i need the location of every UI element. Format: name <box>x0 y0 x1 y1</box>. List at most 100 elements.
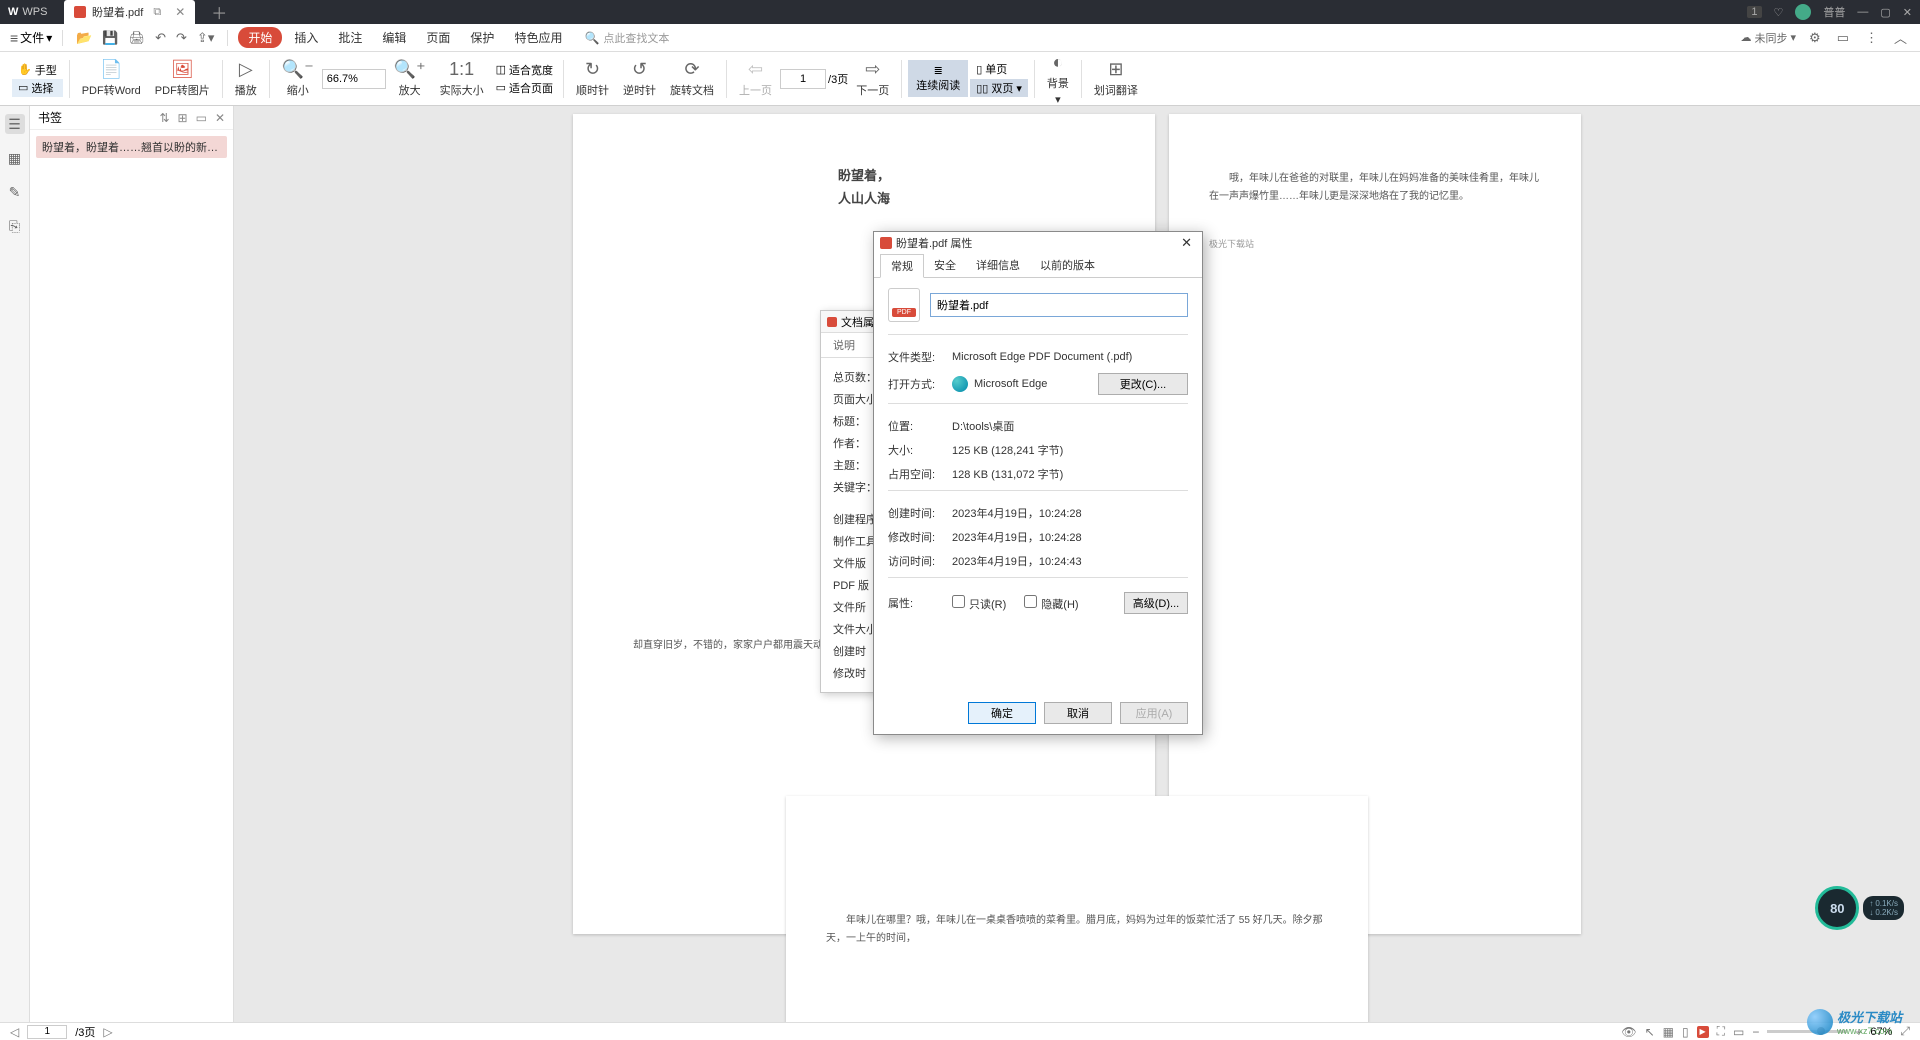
prev-page-button[interactable]: ⇦上一页 <box>733 57 778 100</box>
performance-widget[interactable]: 80 ↑ 0.1K/s ↓ 0.2K/s <box>1815 886 1904 930</box>
sync-label: 未同步 <box>1755 30 1788 46</box>
zoom-out-button[interactable]: 🔍⁻缩小 <box>276 57 320 100</box>
pdf-to-image-button[interactable]: 🖼PDF转图片 <box>149 57 216 100</box>
menu-annotate[interactable]: 批注 <box>330 27 370 48</box>
tab-security[interactable]: 安全 <box>924 254 966 277</box>
single-page-button[interactable]: ▯ 单页 <box>970 60 1028 78</box>
pdf-to-word-button[interactable]: 📄PDF转Word <box>76 57 147 100</box>
record-icon[interactable]: ▶ <box>1697 1026 1709 1038</box>
search-icon[interactable]: 🔍 <box>584 31 599 45</box>
brand-watermark: 极光下载站 www.xz7.com <box>1807 1007 1902 1036</box>
translate-button[interactable]: ⊞划词翻译 <box>1088 57 1144 100</box>
search-placeholder[interactable]: 点此查找文本 <box>603 30 669 46</box>
print-icon[interactable]: 🖨 <box>126 30 149 46</box>
fit-width-button[interactable]: ◫ 适合宽度 <box>496 62 553 78</box>
background-button[interactable]: ◐背景▾ <box>1041 50 1075 108</box>
close-window-icon[interactable]: ✕ <box>1903 6 1912 19</box>
bookmarks-rail-icon[interactable]: ☰ <box>5 114 25 134</box>
last-page-icon[interactable]: ▷ <box>103 1025 112 1039</box>
tab-previous-versions[interactable]: 以前的版本 <box>1030 254 1105 277</box>
apply-button[interactable]: 应用(A) <box>1120 702 1188 724</box>
zoom-input[interactable] <box>322 69 386 89</box>
play-button[interactable]: ▷播放 <box>229 57 263 100</box>
export-icon[interactable]: ⇪▾ <box>194 30 217 46</box>
new-tab-button[interactable]: ＋ <box>211 0 227 24</box>
zoom-in-button[interactable]: 🔍⁺放大 <box>388 57 432 100</box>
notification-badge[interactable]: 1 <box>1747 6 1761 18</box>
zoom-out-icon[interactable]: − <box>1752 1025 1759 1039</box>
menu-edit[interactable]: 编辑 <box>374 27 414 48</box>
menu-special[interactable]: 特色应用 <box>506 27 570 48</box>
collapse-ribbon-icon[interactable]: ︿ <box>1891 28 1910 47</box>
label-attributes: 属性: <box>888 595 952 611</box>
page-mode-icon[interactable]: ▯ <box>1682 1025 1689 1039</box>
change-button[interactable]: 更改(C)... <box>1098 373 1188 395</box>
grid-icon[interactable]: ▦ <box>1663 1025 1674 1039</box>
menu-page[interactable]: 页面 <box>418 27 458 48</box>
fit-icon[interactable]: ⛶ <box>1717 1024 1725 1039</box>
continuous-read-button[interactable]: ≣连续阅读 <box>908 60 968 97</box>
next-page-button[interactable]: ⇨下一页 <box>850 57 895 100</box>
document-tab[interactable]: 盼望着.pdf ⧉ ✕ <box>64 0 195 24</box>
label-openwith: 打开方式: <box>888 376 952 392</box>
toolbar: ✋手型 ▭选择 📄PDF转Word 🖼PDF转图片 ▷播放 🔍⁻缩小 🔍⁺放大 … <box>0 52 1920 106</box>
hamburger-icon[interactable]: ≡ <box>10 30 18 46</box>
file-menu[interactable]: ≡ 文件 ▾ <box>10 29 52 46</box>
menu-protect[interactable]: 保护 <box>462 27 502 48</box>
tab-close-icon[interactable]: ✕ <box>175 5 185 19</box>
undo-icon[interactable]: ↶ <box>152 30 169 46</box>
rotate-cw-button[interactable]: ↻顺时针 <box>570 57 615 100</box>
annotations-rail-icon[interactable]: ✎ <box>5 182 25 202</box>
tab-general[interactable]: 常规 <box>880 254 924 278</box>
title-bar: W WPS 盼望着.pdf ⧉ ✕ ＋ 1 ♡ 普普 — ▢ ✕ <box>0 0 1920 24</box>
more-icon[interactable]: ⋮ <box>1862 30 1881 46</box>
cursor-icon[interactable]: ↖ <box>1645 1025 1655 1039</box>
menu-insert[interactable]: 插入 <box>286 27 326 48</box>
double-page-button[interactable]: ▯▯ 双页 ▾ <box>970 79 1028 97</box>
fit-page-button[interactable]: ▭ 适合页面 <box>496 80 553 96</box>
tab-description[interactable]: 说明 <box>833 337 855 353</box>
skin-icon[interactable]: ▭ <box>1834 30 1852 46</box>
bookmark-sort-icon[interactable]: ⇅ <box>159 111 169 125</box>
thumbnails-rail-icon[interactable]: ▦ <box>5 148 25 168</box>
bookmark-item[interactable]: 盼望着，盼望着……翘首以盼的新年近了… <box>36 136 227 158</box>
maximize-icon[interactable]: ▢ <box>1880 6 1890 19</box>
readonly-checkbox[interactable]: 只读(R) <box>952 595 1006 612</box>
layout-icon[interactable]: ▭ <box>1733 1025 1744 1039</box>
bookmark-expand-icon[interactable]: ⊞ <box>178 111 188 125</box>
app-name: WPS <box>22 6 47 18</box>
menu-start[interactable]: 开始 <box>238 27 282 48</box>
gift-icon[interactable]: ♡ <box>1774 6 1784 19</box>
actual-size-button[interactable]: 1:1实际大小 <box>434 57 490 100</box>
select-tool[interactable]: ▭选择 <box>12 79 63 97</box>
rotate-ccw-button[interactable]: ↺逆时针 <box>617 57 662 100</box>
sync-status[interactable]: ☁ 未同步 ▾ <box>1741 30 1797 46</box>
status-page-total: /3页 <box>75 1024 95 1040</box>
bookmark-jump-icon[interactable]: ▭ <box>196 111 207 125</box>
first-page-icon[interactable]: ◁ <box>10 1025 19 1039</box>
rotate-doc-button[interactable]: ⟳旋转文档 <box>664 57 720 100</box>
cancel-button[interactable]: 取消 <box>1044 702 1112 724</box>
label-created: 创建时间: <box>888 505 952 521</box>
file-label: 文件 <box>20 29 44 46</box>
open-icon[interactable]: 📂 <box>73 30 95 46</box>
close-icon[interactable]: ✕ <box>1177 235 1196 251</box>
tab-details[interactable]: 详细信息 <box>966 254 1030 277</box>
attachments-rail-icon[interactable]: ⎘ <box>5 216 25 236</box>
bookmark-close-icon[interactable]: ✕ <box>215 111 225 125</box>
gear-icon[interactable]: ⚙ <box>1806 30 1824 46</box>
page-input[interactable] <box>780 69 826 89</box>
status-page-input[interactable] <box>27 1025 67 1039</box>
tab-restore-icon[interactable]: ⧉ <box>153 6 161 19</box>
hidden-checkbox[interactable]: 隐藏(H) <box>1024 595 1078 612</box>
advanced-button[interactable]: 高级(D)... <box>1124 592 1188 614</box>
ok-button[interactable]: 确定 <box>968 702 1036 724</box>
hand-tool[interactable]: ✋手型 <box>12 61 63 79</box>
redo-icon[interactable]: ↷ <box>173 30 190 46</box>
document-canvas[interactable]: 盼望着， 人山人海 却直穿旧岁，不错的，家家户户都用震天动地的爆竹来摧擢新年的期… <box>234 106 1920 1022</box>
save-icon[interactable]: 💾 <box>99 30 121 46</box>
user-avatar[interactable] <box>1795 4 1811 20</box>
eye-icon[interactable]: 👁 <box>1621 1025 1636 1039</box>
minimize-icon[interactable]: — <box>1857 6 1868 18</box>
filename-input[interactable] <box>930 293 1188 317</box>
